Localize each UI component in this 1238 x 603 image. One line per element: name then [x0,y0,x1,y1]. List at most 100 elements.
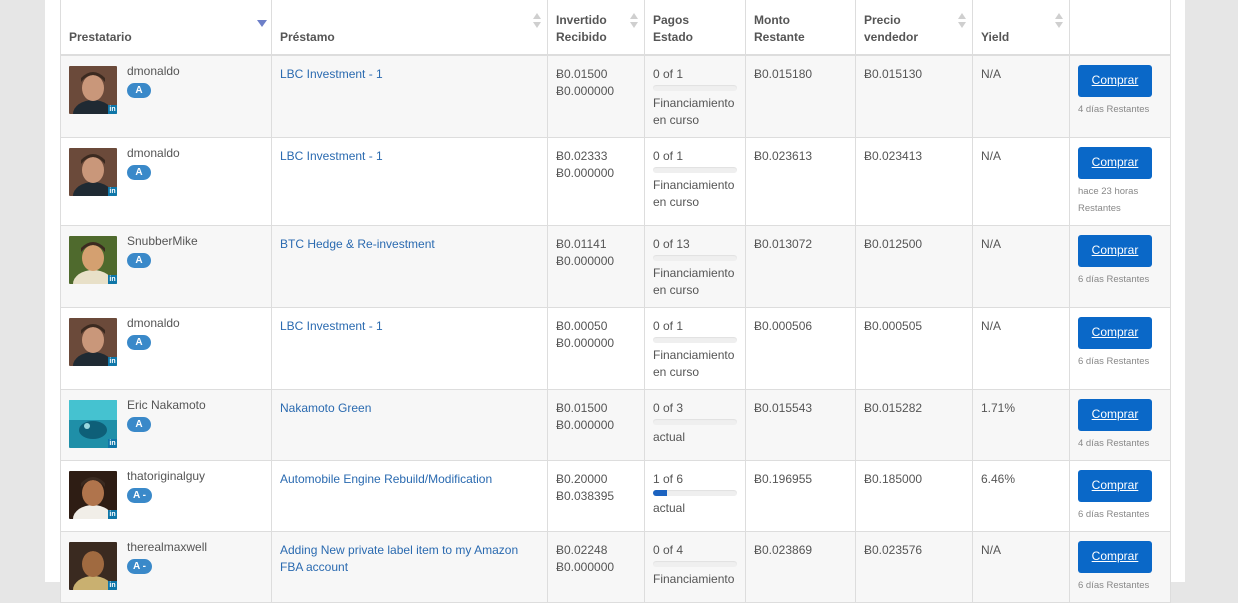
loan-title-link[interactable]: Automobile Engine Rebuild/Modification [280,472,492,486]
payments-count: 0 of 3 [653,401,684,415]
borrower-name[interactable]: dmonaldo [127,63,180,80]
remaining-amount: Ƀ0.000506 [754,319,813,333]
linkedin-icon: in [108,275,117,284]
avatar[interactable]: in [69,400,117,448]
invested-amount: Ƀ0.20000 [556,472,608,486]
column-header-yield[interactable]: Yield [972,0,1070,56]
payments-progress-bar [653,255,737,261]
sort-icon[interactable] [533,13,541,29]
invested-cell: Ƀ0.02248 Ƀ0.000000 [547,531,645,603]
received-amount: Ƀ0.000000 [556,84,615,98]
avatar[interactable]: in [69,542,117,590]
linkedin-icon: in [108,105,117,114]
seller-price: Ƀ0.015130 [864,67,923,81]
invested-amount: Ƀ0.01141 [556,237,607,251]
column-header-invested[interactable]: Invertido Recibido [547,0,645,56]
received-amount: Ƀ0.000000 [556,418,615,432]
sort-icon[interactable] [1055,13,1063,29]
avatar[interactable]: in [69,148,117,196]
received-amount: Ƀ0.000000 [556,166,615,180]
linkedin-icon: in [108,581,117,590]
column-header-loan[interactable]: Préstamo [271,0,548,56]
grade-badge: A [127,417,151,432]
received-amount: Ƀ0.000000 [556,336,615,350]
payments-cell: 1 of 6 actual [644,460,746,532]
loan-title-link[interactable]: LBC Investment - 1 [280,319,383,333]
remaining-amount: Ƀ0.196955 [754,472,813,486]
avatar[interactable]: in [69,236,117,284]
invested-amount: Ƀ0.01500 [556,401,608,415]
loan-title-link[interactable]: Nakamoto Green [280,401,371,415]
loan-title-link[interactable]: LBC Investment - 1 [280,149,383,163]
loan-cell: Automobile Engine Rebuild/Modification [271,460,548,532]
buy-button[interactable]: Comprar [1078,399,1152,431]
borrower-name[interactable]: dmonaldo [127,315,180,332]
time-remaining: 6 días Restantes [1078,509,1150,520]
linkedin-icon: in [108,357,117,366]
buy-button[interactable]: Comprar [1078,317,1152,349]
payments-progress-bar [653,419,737,425]
invested-cell: Ƀ0.01141 Ƀ0.000000 [547,225,645,308]
column-header-seller-price[interactable]: Precio vendedor [855,0,973,56]
table-row: in dmonaldo A LBC Investment - 1 Ƀ0.0005… [60,307,1171,390]
time-remaining: 6 días Restantes [1078,580,1150,591]
table-row: in Eric Nakamoto A Nakamoto Green Ƀ0.015… [60,389,1171,461]
yield-value: 6.46% [981,472,1016,486]
buy-button[interactable]: Comprar [1078,147,1152,179]
loan-title-link[interactable]: BTC Hedge & Re-investment [280,237,435,251]
borrower-name[interactable]: therealmaxwell [127,539,207,556]
time-remaining: 6 días Restantes [1078,356,1150,367]
status-text: Financiamiento en curso [653,178,735,209]
payments-count: 0 of 1 [653,67,684,81]
column-header-remaining[interactable]: Monto Restante [745,0,856,56]
received-amount: Ƀ0.000000 [556,560,615,574]
payments-progress-bar [653,490,737,496]
borrower-name[interactable]: SnubberMike [127,233,198,250]
time-remaining: 6 días Restantes [1078,274,1150,285]
invested-cell: Ƀ0.02333 Ƀ0.000000 [547,137,645,226]
remaining-cell: Ƀ0.000506 [745,307,856,390]
status-text: Financiamiento en curso [653,266,735,297]
borrower-cell: in therealmaxwell A - [60,531,272,603]
column-header-payments[interactable]: Pagos Estado [644,0,746,56]
loan-cell: Nakamoto Green [271,389,548,461]
borrower-cell: in thatoriginalguy A - [60,460,272,532]
buy-button[interactable]: Comprar [1078,235,1152,267]
loan-title-link[interactable]: Adding New private label item to my Amaz… [280,543,518,574]
sort-descending-icon[interactable] [257,13,267,29]
loan-listings-table: Prestatario Préstamo Invertido Recibido … [60,0,1171,603]
payments-count: 1 of 6 [653,472,684,486]
remaining-cell: Ƀ0.023869 [745,531,856,603]
loans-panel: Prestatario Préstamo Invertido Recibido … [45,0,1185,603]
sort-icon[interactable] [958,13,966,29]
payments-count: 0 of 1 [653,149,684,163]
buy-button[interactable]: Comprar [1078,65,1152,97]
payments-progress-bar [653,561,737,567]
remaining-amount: Ƀ0.015543 [754,401,813,415]
borrower-name[interactable]: thatoriginalguy [127,468,205,485]
buy-button[interactable]: Comprar [1078,470,1152,502]
payments-count: 0 of 4 [653,543,684,557]
remaining-cell: Ƀ0.023613 [745,137,856,226]
buy-button[interactable]: Comprar [1078,541,1152,573]
column-header-borrower[interactable]: Prestatario [60,0,272,56]
avatar[interactable]: in [69,66,117,114]
table-header-row: Prestatario Préstamo Invertido Recibido … [60,0,1171,56]
yield-value: N/A [981,319,1002,333]
loan-cell: LBC Investment - 1 [271,54,548,138]
payments-count: 0 of 13 [653,237,690,251]
action-cell: Comprar 4 días Restantes [1069,54,1171,138]
linkedin-icon: in [108,187,117,196]
invested-amount: Ƀ0.01500 [556,67,608,81]
loan-title-link[interactable]: LBC Investment - 1 [280,67,383,81]
avatar[interactable]: in [69,471,117,519]
sort-icon[interactable] [630,13,638,29]
borrower-name[interactable]: dmonaldo [127,145,180,162]
seller-price: Ƀ0.023413 [864,149,923,163]
received-amount: Ƀ0.038395 [556,489,615,503]
remaining-cell: Ƀ0.196955 [745,460,856,532]
table-row: in SnubberMike A BTC Hedge & Re-investme… [60,225,1171,308]
avatar[interactable]: in [69,318,117,366]
yield-value: N/A [981,237,1002,251]
borrower-name[interactable]: Eric Nakamoto [127,397,206,414]
